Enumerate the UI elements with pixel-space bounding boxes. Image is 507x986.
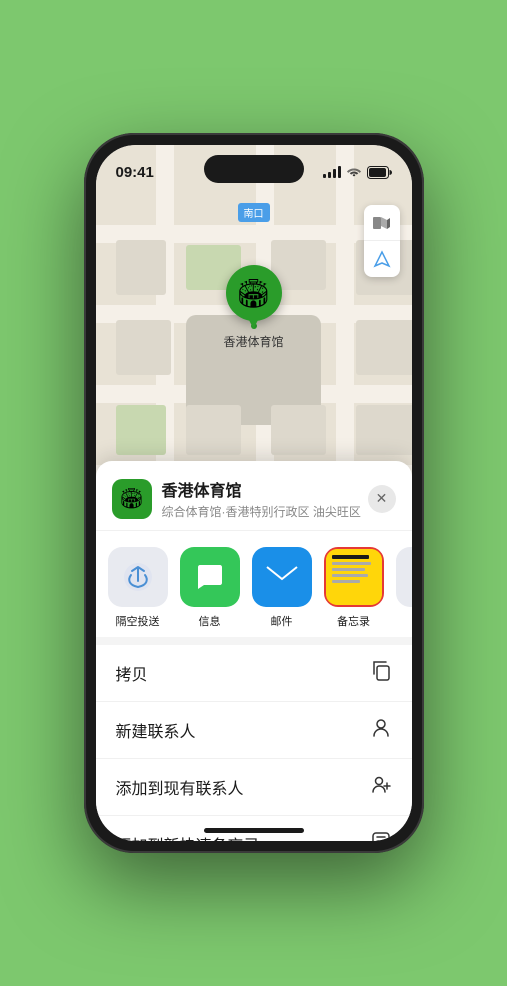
action-list: 拷贝 新建联系人 xyxy=(96,637,412,841)
notes-icon-bg xyxy=(324,547,384,607)
close-button[interactable]: ✕ xyxy=(368,485,396,513)
action-add-contact[interactable]: 添加到现有联系人 xyxy=(96,759,412,816)
action-copy[interactable]: 拷贝 xyxy=(96,645,412,702)
action-new-contact[interactable]: 新建联系人 xyxy=(96,702,412,759)
phone-frame: 09:41 xyxy=(84,133,424,853)
status-time: 09:41 xyxy=(116,164,154,181)
more-icon-bg xyxy=(396,547,412,607)
notes-title-line xyxy=(332,555,369,559)
add-notes-label: 添加到新快速备忘录 xyxy=(116,832,260,841)
home-indicator xyxy=(204,828,304,833)
notes-line-4 xyxy=(332,580,361,583)
stadium-icon: 🏟 xyxy=(236,277,272,310)
mail-icon-bg xyxy=(252,547,312,607)
venue-title: 香港体育馆 xyxy=(162,477,368,501)
share-item-mail[interactable]: 邮件 xyxy=(248,547,316,629)
notes-line-2 xyxy=(332,568,365,571)
copy-icon xyxy=(370,659,392,687)
map-type-button[interactable] xyxy=(364,205,400,241)
share-item-more[interactable]: 提 xyxy=(392,547,412,629)
signal-bars-icon xyxy=(323,166,341,178)
copy-label: 拷贝 xyxy=(116,661,148,685)
map-icon xyxy=(372,213,392,233)
map-venue-label: 香港体育馆 xyxy=(223,333,283,350)
messages-label: 信息 xyxy=(199,613,221,629)
notes-line-1 xyxy=(332,562,372,565)
new-contact-label: 新建联系人 xyxy=(116,718,196,742)
messages-icon xyxy=(194,561,226,593)
notes-label: 备忘录 xyxy=(337,613,370,629)
battery-icon xyxy=(367,166,392,179)
wifi-icon xyxy=(346,166,362,178)
more-dots-container xyxy=(411,549,412,605)
venue-small-icon: 🏟 xyxy=(112,479,152,519)
location-button[interactable] xyxy=(364,241,400,277)
messages-icon-bg xyxy=(180,547,240,607)
airdrop-icon xyxy=(122,561,154,593)
venue-subtitle: 综合体育馆·香港特别行政区 油尖旺区 xyxy=(162,503,368,520)
new-contact-icon xyxy=(370,716,392,744)
venue-info: 香港体育馆 综合体育馆·香港特别行政区 油尖旺区 xyxy=(162,477,368,520)
airdrop-icon-bg xyxy=(108,547,168,607)
share-item-notes[interactable]: 备忘录 xyxy=(320,547,388,629)
entrance-prefix: 南口 xyxy=(244,209,264,220)
add-contact-label: 添加到现有联系人 xyxy=(116,775,244,799)
map-controls[interactable] xyxy=(364,205,400,277)
bottom-sheet: 🏟 香港体育馆 综合体育馆·香港特别行政区 油尖旺区 ✕ xyxy=(96,461,412,841)
venue-small-stadium-icon: 🏟 xyxy=(119,486,144,511)
status-icons xyxy=(323,166,392,179)
add-notes-icon xyxy=(370,830,392,841)
venue-pin: 🏟 香港体育馆 xyxy=(223,265,283,350)
notes-inner xyxy=(326,549,382,605)
location-arrow-icon xyxy=(373,250,391,268)
pin-circle: 🏟 xyxy=(225,265,281,321)
map-entrance-label: 南口 xyxy=(238,203,270,222)
share-item-messages[interactable]: 信息 xyxy=(176,547,244,629)
phone-screen: 09:41 xyxy=(96,145,412,841)
mail-icon xyxy=(264,563,300,591)
mail-label: 邮件 xyxy=(271,613,293,629)
dynamic-island xyxy=(204,155,304,183)
share-row: 隔空投送 信息 xyxy=(96,531,412,637)
add-contact-icon xyxy=(370,773,392,801)
sheet-header: 🏟 香港体育馆 综合体育馆·香港特别行政区 油尖旺区 ✕ xyxy=(96,461,412,531)
airdrop-label: 隔空投送 xyxy=(116,613,160,629)
share-item-airdrop[interactable]: 隔空投送 xyxy=(104,547,172,629)
notes-line-3 xyxy=(332,574,368,577)
